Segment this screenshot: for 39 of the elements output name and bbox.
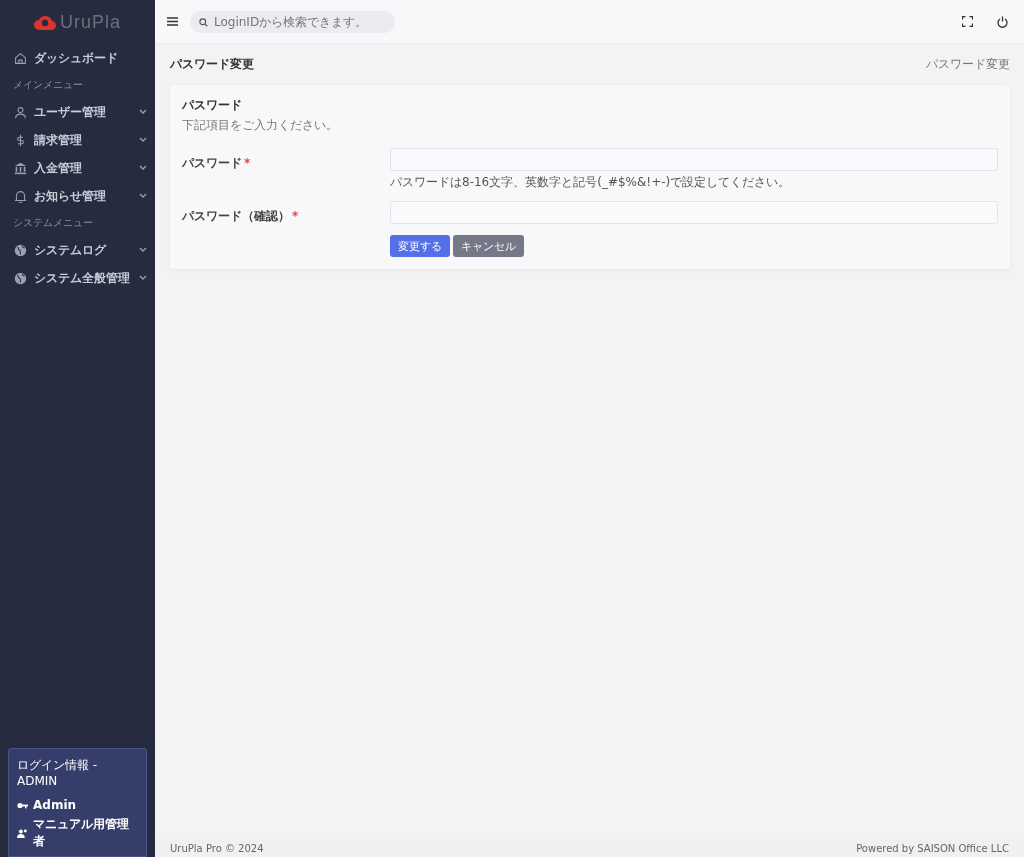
menu-item[interactable]: 請求管理: [0, 126, 155, 154]
copyright-text: UruPla Pro © 2024: [170, 842, 264, 854]
field-label: パスワード（確認） *: [182, 208, 300, 225]
login-info-title: ログイン情報 - ADMIN: [17, 757, 99, 788]
menu-icon[interactable]: [167, 17, 178, 26]
key-icon: [17, 801, 28, 809]
menu-heading: メインメニュー: [12, 78, 84, 92]
card-subtitle: 下記項目をご入力ください。: [182, 117, 339, 134]
menu-item[interactable]: システムログ: [0, 236, 155, 264]
menu-item[interactable]: 入金管理: [0, 154, 155, 182]
menu-item[interactable]: ユーザー管理: [0, 98, 155, 126]
home-icon: [14, 51, 27, 65]
globe-icon: [14, 271, 27, 285]
bell-icon: [14, 189, 27, 203]
dollar-icon: [14, 133, 27, 147]
card-title: パスワード: [182, 97, 243, 114]
login-role: マニュアル用管理者: [32, 816, 130, 850]
bank-icon: [14, 161, 27, 175]
field-label: パスワード *: [182, 155, 252, 172]
page-title: パスワード変更: [170, 55, 254, 73]
users-icon: [17, 828, 28, 838]
cloud-logo-icon: [34, 13, 56, 31]
menu-item[interactable]: ダッシュボード: [0, 44, 155, 72]
login-user: Admin: [33, 798, 77, 812]
fullscreen-icon[interactable]: [962, 16, 973, 27]
search-field[interactable]: LoginIDから検索できます。: [190, 10, 395, 33]
user-icon: [14, 105, 27, 119]
globe-icon: [14, 243, 27, 257]
powered-by-text: Powered by SAISON Office LLC: [856, 842, 1009, 854]
help-text: パスワードは8-16文字、英数字と記号(_#$%&!+-)で設定してください。: [390, 174, 792, 191]
menu-item[interactable]: システム全般管理: [0, 264, 155, 292]
menu-heading: システムメニュー: [12, 216, 94, 230]
cancel-button[interactable]: キャンセル: [453, 235, 524, 257]
submit-button[interactable]: 変更する: [390, 235, 450, 257]
logo-text: UruPla: [60, 11, 121, 33]
search-icon: [199, 17, 208, 27]
menu-item[interactable]: お知らせ管理: [0, 182, 155, 210]
breadcrumb: パスワード変更: [926, 55, 1010, 73]
power-icon[interactable]: [997, 15, 1008, 28]
